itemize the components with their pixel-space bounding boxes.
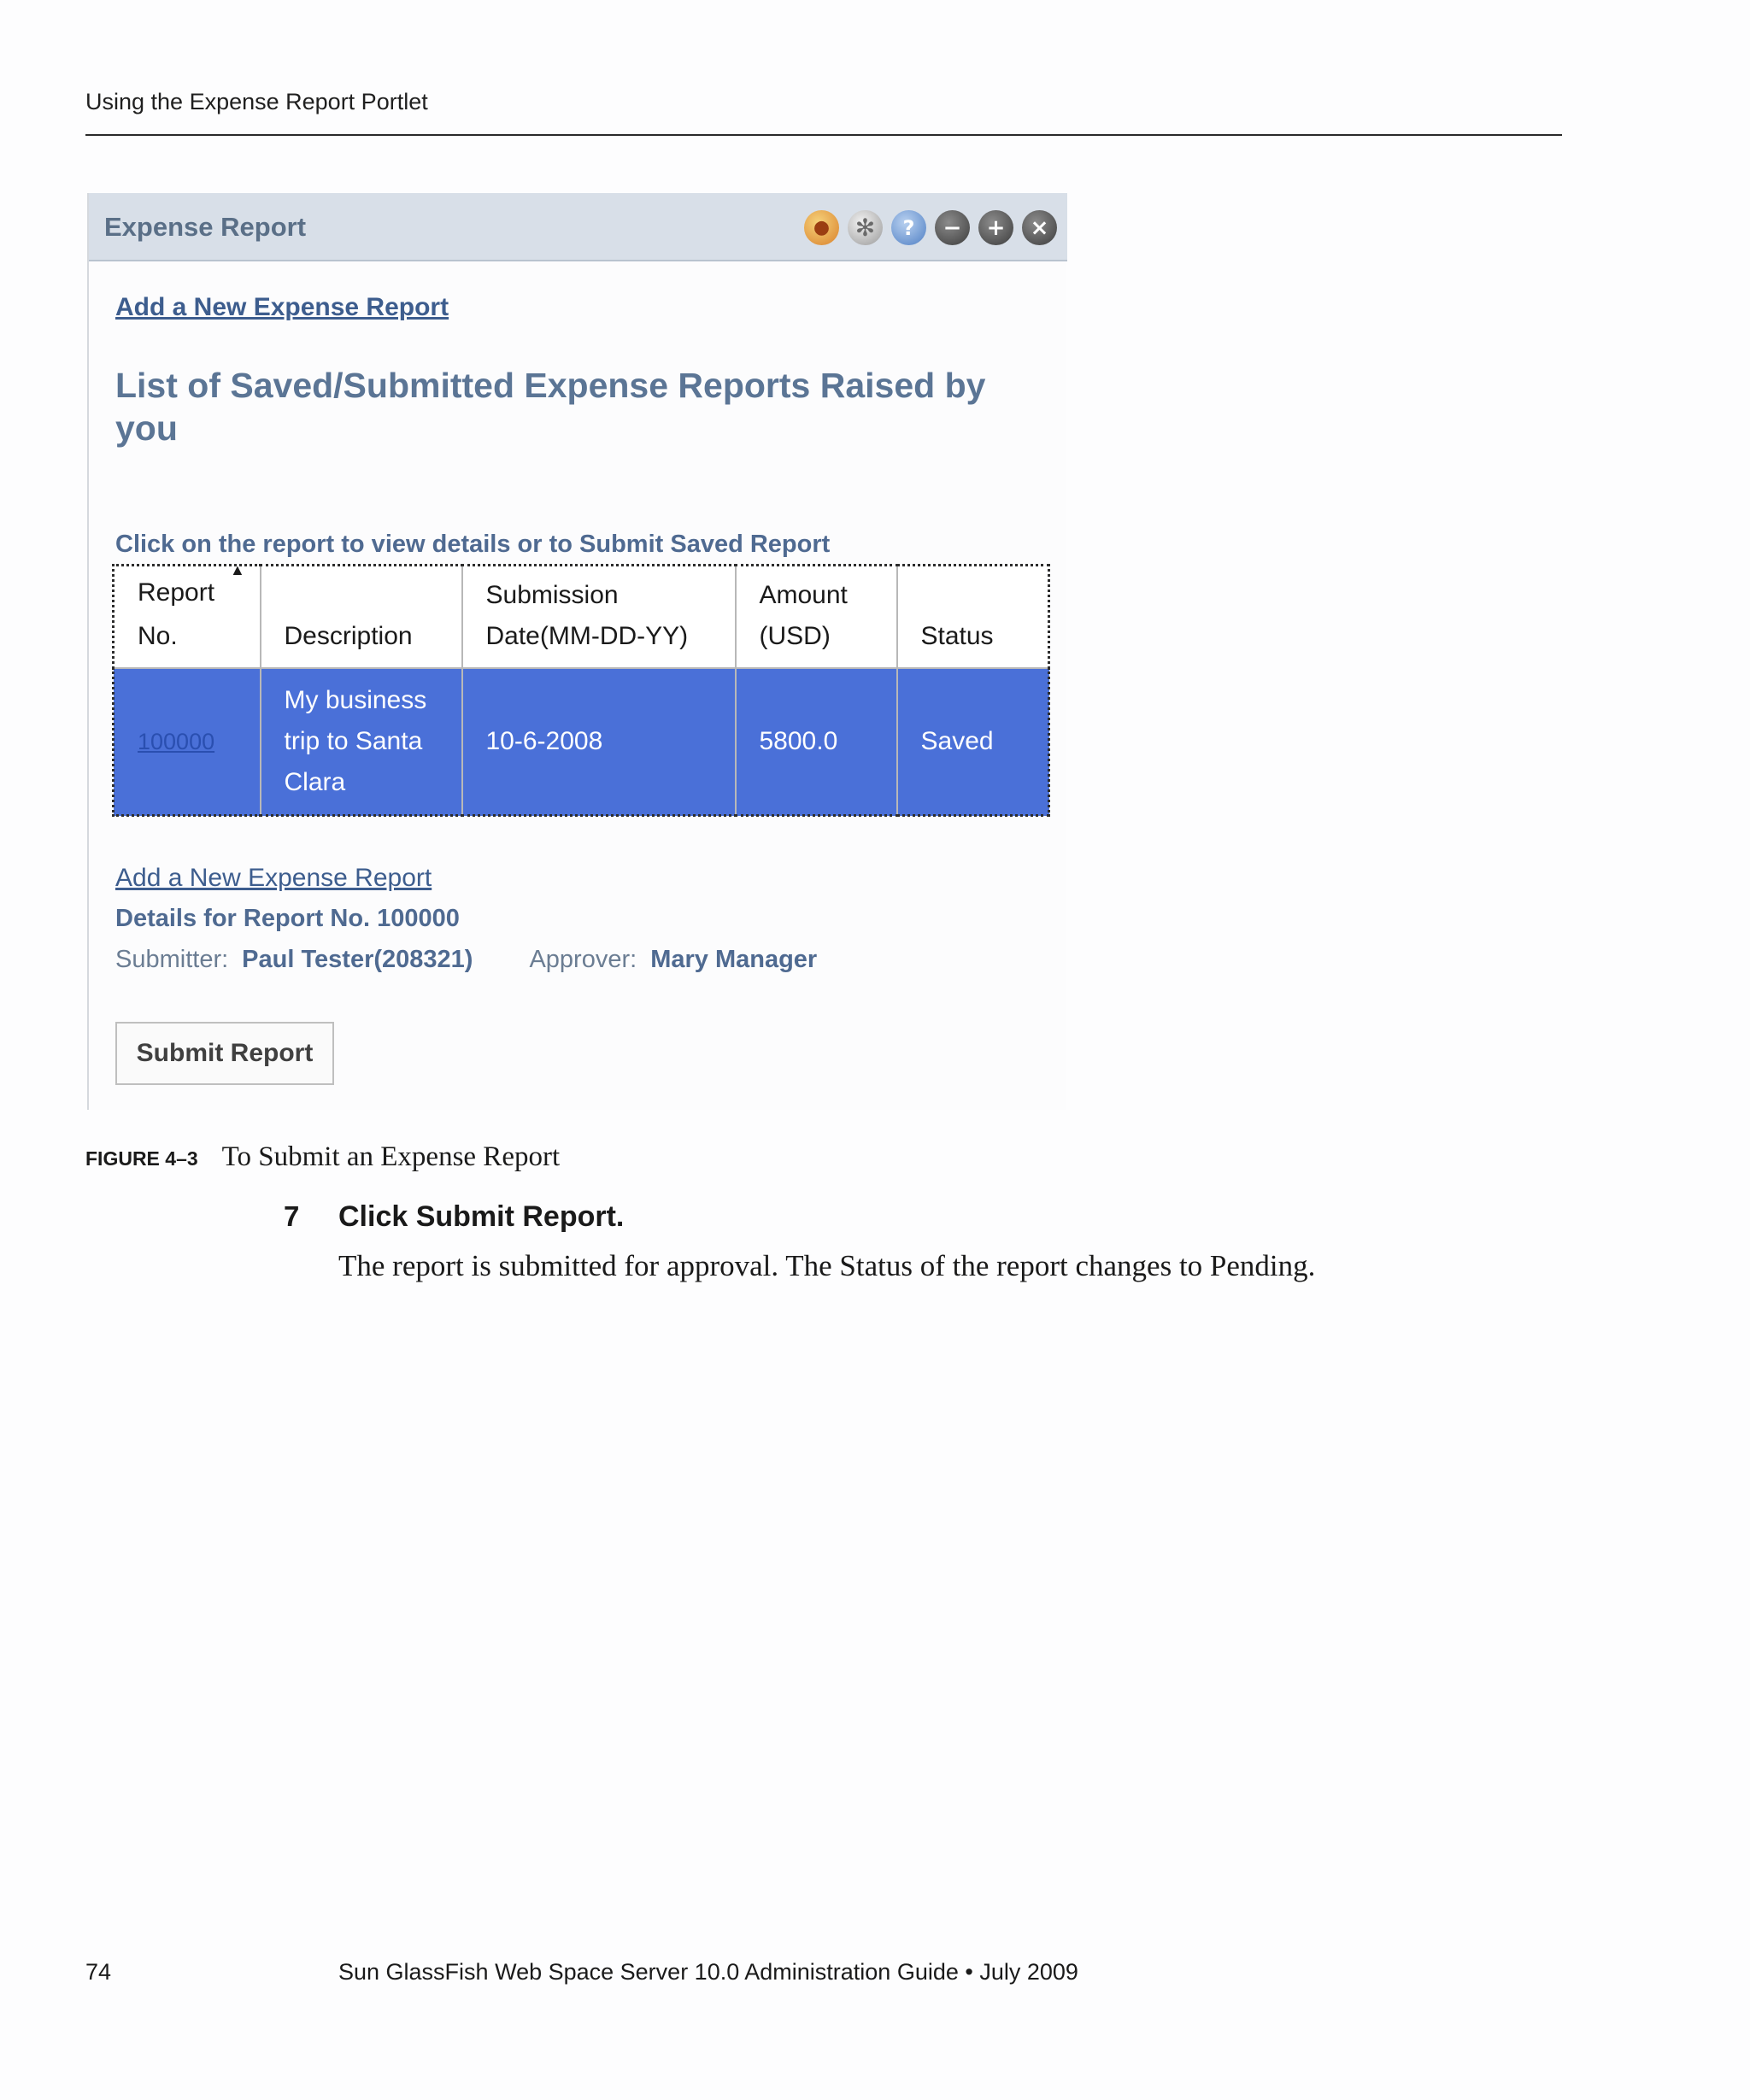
portlet-titlebar: Expense Report ● ✻ ? − + × xyxy=(89,193,1067,261)
theme-icon[interactable]: ● xyxy=(804,210,839,245)
details-heading: Details for Report No. 100000 xyxy=(115,905,460,932)
page-number: 74 xyxy=(85,1959,112,1985)
header-rule xyxy=(85,134,1562,136)
column-header-report-no[interactable]: Report▲ No. xyxy=(112,561,261,669)
submitter-label: Submitter: xyxy=(115,946,229,973)
close-icon[interactable]: × xyxy=(1022,210,1057,245)
procedure-step: 7 Click Submit Report. xyxy=(284,1200,624,1234)
figure-caption-text: To Submit an Expense Report xyxy=(221,1141,561,1172)
submit-report-button[interactable]: Submit Report xyxy=(115,1022,334,1085)
list-heading: List of Saved/Submitted Expense Reports … xyxy=(115,366,986,448)
portlet-title: Expense Report xyxy=(104,212,307,242)
status-label: Status xyxy=(920,621,994,650)
minimize-icon[interactable]: − xyxy=(935,210,970,245)
figure-caption: FIGURE 4–3 To Submit an Expense Report xyxy=(85,1141,560,1173)
column-header-status: Status xyxy=(896,564,1050,669)
column-header-description: Description xyxy=(259,564,463,669)
add-expense-report-link-top[interactable]: Add a New Expense Report xyxy=(115,293,449,322)
cell-status: Saved xyxy=(896,666,1050,817)
maximize-icon[interactable]: + xyxy=(978,210,1013,245)
step-number: 7 xyxy=(284,1200,300,1232)
table-row[interactable]: 100000 My business trip to Santa Clara 1… xyxy=(112,666,1050,817)
cell-amount: 5800.0 xyxy=(734,666,898,817)
instruction-text: Click on the report to view details or t… xyxy=(115,531,831,558)
amount-label-2: (USD) xyxy=(759,621,831,650)
column-header-submission-date: Submission Date(MM-DD-YY) xyxy=(461,564,737,669)
report-no-link[interactable]: 100000 xyxy=(138,729,214,754)
step-body: The report is submitted for approval. Th… xyxy=(338,1249,1316,1282)
table-header-row: Report▲ No. Description Submission Date(… xyxy=(112,561,1050,669)
submission-label-1: Submission xyxy=(485,580,619,609)
description-label: Description xyxy=(284,621,413,650)
expense-report-table: Report▲ No. Description Submission Date(… xyxy=(112,561,1050,817)
expense-report-portlet: Expense Report ● ✻ ? − + × Add a New Exp… xyxy=(87,193,1067,1110)
footer-book-title: Sun GlassFish Web Space Server 10.0 Admi… xyxy=(338,1959,1078,1985)
report-no-label-2: No. xyxy=(138,621,178,650)
report-no-label-1: Report xyxy=(138,578,215,607)
running-header: Using the Expense Report Portlet xyxy=(85,89,428,114)
approver-value: Mary Manager xyxy=(650,946,818,973)
step-title: Click Submit Report. xyxy=(338,1200,625,1233)
submitter-value: Paul Tester(208321) xyxy=(242,946,473,973)
portlet-controls: ● ✻ ? − + × xyxy=(804,210,1057,245)
cell-submission-date: 10-6-2008 xyxy=(461,666,737,817)
figure-label: FIGURE 4–3 xyxy=(85,1147,198,1170)
submitter-approver-line: Submitter: Paul Tester(208321) Approver:… xyxy=(115,946,817,974)
column-header-amount: Amount (USD) xyxy=(734,564,898,669)
edit-icon[interactable]: ✻ xyxy=(848,210,883,245)
submission-label-2: Date(MM-DD-YY) xyxy=(485,621,689,650)
help-icon[interactable]: ? xyxy=(891,210,926,245)
sort-ascending-icon[interactable]: ▲ xyxy=(230,549,245,590)
cell-description: My business trip to Santa Clara xyxy=(259,666,463,817)
approver-label: Approver: xyxy=(529,946,637,973)
cell-report-no[interactable]: 100000 xyxy=(112,666,261,817)
add-expense-report-link-bottom[interactable]: Add a New Expense Report xyxy=(115,864,432,893)
amount-label-1: Amount xyxy=(759,580,848,609)
